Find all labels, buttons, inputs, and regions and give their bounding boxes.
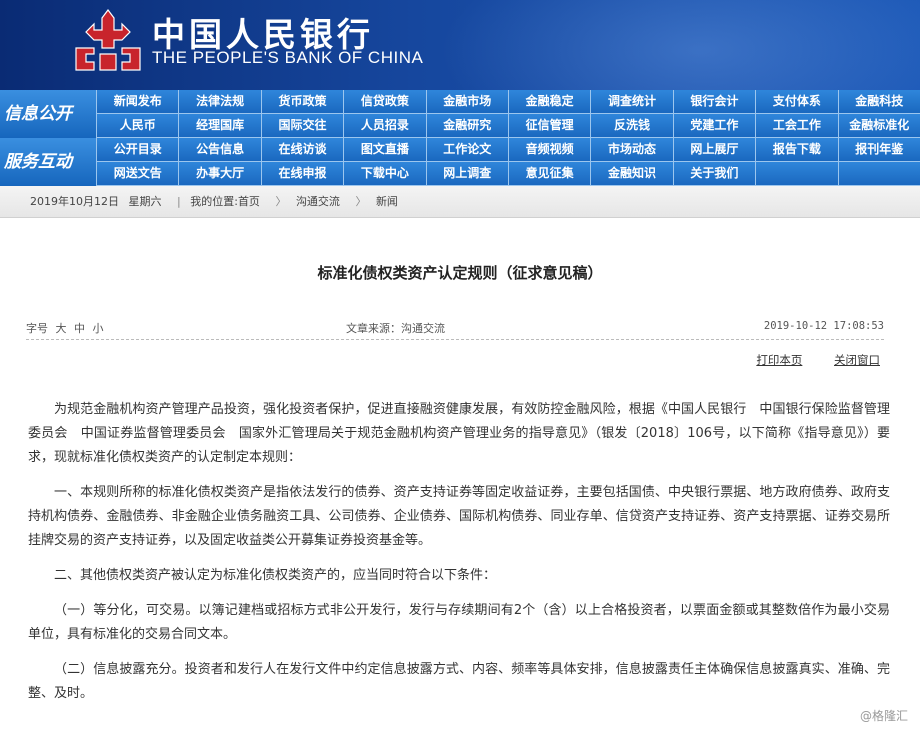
location-label: 我的位置:: [190, 195, 238, 208]
font-size-label: 字号: [26, 322, 48, 335]
nav-item-online-interview[interactable]: 在线访谈: [260, 138, 344, 162]
pboc-logo-icon[interactable]: [72, 8, 144, 74]
nav-item-rmb[interactable]: 人民币: [96, 114, 179, 138]
article-timestamp: 2019-10-12 17:08:53: [763, 320, 884, 332]
nav-item-news-release[interactable]: 新闻发布: [96, 90, 179, 114]
header-banner: 中国人民银行 THE PEOPLE'S BANK OF CHINA: [0, 0, 920, 90]
banner-glow: [440, 0, 920, 90]
breadcrumb-level2-link[interactable]: 新闻: [376, 195, 398, 208]
font-size-large-link[interactable]: 大: [56, 322, 67, 335]
nav-section-service: 服务互动 公开目录 公告信息 在线访谈 图文直播 工作论文 音频视频 市场动态 …: [0, 138, 920, 186]
nav-row: 人民币 经理国库 国际交往 人员招录 金融研究 征信管理 反洗钱 党建工作 工会…: [96, 114, 920, 138]
chevron-right-icon: 〉: [355, 195, 367, 208]
breadcrumb-level1-link[interactable]: 沟通交流: [296, 195, 340, 208]
breadcrumb-bar: 2019年10月12日 星期六 | 我的位置:首页 〉 沟通交流 〉 新闻: [0, 186, 920, 218]
print-page-link[interactable]: 打印本页: [756, 353, 802, 367]
nav-item-working-papers[interactable]: 工作论文: [425, 138, 508, 162]
font-size-medium-link[interactable]: 中: [74, 322, 85, 335]
nav-item-anti-money-laundering[interactable]: 反洗钱: [590, 114, 673, 138]
nav-item-bank-accounting[interactable]: 银行会计: [672, 90, 756, 114]
breadcrumb: 2019年10月12日 星期六 | 我的位置:首页 〉 沟通交流 〉 新闻: [30, 186, 404, 218]
nav-item-statistics[interactable]: 调查统计: [590, 90, 673, 114]
chevron-right-icon: 〉: [275, 195, 287, 208]
nav-item-party-building[interactable]: 党建工作: [672, 114, 756, 138]
nav-item-empty: [755, 162, 838, 186]
nav-item-online-filing[interactable]: 在线申报: [260, 162, 344, 186]
article-paragraph: （二）信息披露充分。投资者和发行人在发行文件中约定信息披露方式、内容、频率等具体…: [28, 662, 890, 701]
nav-item-catalog[interactable]: 公开目录: [96, 138, 179, 162]
nav-section-title: 信息公开: [0, 90, 96, 138]
nav-item-union[interactable]: 工会工作: [755, 114, 838, 138]
article-paragraph: 为规范金融机构资产管理产品投资，强化投资者保护，促进直接融资健康发展，有效防控金…: [28, 402, 890, 465]
nav-item-announcements[interactable]: 公告信息: [178, 138, 261, 162]
nav-item-opinion-solicitation[interactable]: 意见征集: [507, 162, 591, 186]
nav-row: 网送文告 办事大厅 在线申报 下载中心 网上调查 意见征集 金融知识 关于我们: [96, 162, 920, 186]
nav-item-online-survey[interactable]: 网上调查: [425, 162, 508, 186]
nav-item-live-broadcast[interactable]: 图文直播: [343, 138, 426, 162]
nav-item-financial-market[interactable]: 金融市场: [425, 90, 508, 114]
nav-item-financial-knowledge[interactable]: 金融知识: [590, 162, 673, 186]
font-size-controls: 字号 大 中 小: [26, 320, 104, 336]
nav-item-research[interactable]: 金融研究: [425, 114, 508, 138]
current-date: 2019年10月12日: [30, 195, 119, 208]
brand-name-en: THE PEOPLE'S BANK OF CHINA: [152, 48, 424, 67]
nav-item-yearbook[interactable]: 报刊年鉴: [837, 138, 920, 162]
nav-section-info: 信息公开 新闻发布 法律法规 货币政策 信贷政策 金融市场 金融稳定 调查统计 …: [0, 90, 920, 138]
nav-item-standardization[interactable]: 金融标准化: [837, 114, 920, 138]
main-navigation: 信息公开 新闻发布 法律法规 货币政策 信贷政策 金融市场 金融稳定 调查统计 …: [0, 90, 920, 186]
nav-item-download-center[interactable]: 下载中心: [343, 162, 426, 186]
nav-section-title: 服务互动: [0, 138, 96, 186]
nav-item-financial-stability[interactable]: 金融稳定: [507, 90, 591, 114]
nav-item-service-hall[interactable]: 办事大厅: [178, 162, 261, 186]
watermark: @格隆汇: [859, 709, 908, 723]
nav-item-market-news[interactable]: 市场动态: [590, 138, 673, 162]
nav-item-credit-policy[interactable]: 信贷政策: [343, 90, 426, 114]
breadcrumb-divider: |: [177, 195, 181, 208]
article-source: 文章来源：沟通交流: [346, 322, 445, 335]
current-weekday: 星期六: [128, 195, 162, 208]
nav-item-about-us[interactable]: 关于我们: [672, 162, 756, 186]
nav-row: 公开目录 公告信息 在线访谈 图文直播 工作论文 音频视频 市场动态 网上展厅 …: [96, 138, 920, 162]
page-title: 标准化债权类资产认定规则（征求意见稿）: [317, 264, 603, 282]
nav-item-international[interactable]: 国际交往: [260, 114, 344, 138]
breadcrumb-home-link[interactable]: 首页: [238, 195, 260, 208]
nav-item-report-download[interactable]: 报告下载: [755, 138, 838, 162]
nav-item-credit-reference[interactable]: 征信管理: [507, 114, 591, 138]
nav-item-laws[interactable]: 法律法规: [178, 90, 261, 114]
nav-item-fintech[interactable]: 金融科技: [837, 90, 920, 114]
nav-item-recruitment[interactable]: 人员招录: [343, 114, 426, 138]
article-actions: 打印本页 关闭窗口: [728, 352, 880, 368]
nav-item-empty: [837, 162, 920, 186]
nav-item-document-delivery[interactable]: 网送文告: [96, 162, 179, 186]
nav-item-monetary-policy[interactable]: 货币政策: [260, 90, 344, 114]
article-paragraph: 一、本规则所称的标准化债权类资产是指依法发行的债券、资产支持证券等固定收益证券，…: [28, 485, 890, 548]
font-size-small-link[interactable]: 小: [93, 322, 104, 335]
nav-item-online-exhibition[interactable]: 网上展厅: [672, 138, 756, 162]
nav-item-treasury[interactable]: 经理国库: [178, 114, 261, 138]
article-body: 为规范金融机构资产管理产品投资，强化投资者保护，促进直接融资健康发展，有效防控金…: [28, 398, 890, 717]
article-paragraph: 二、其他债权类资产被认定为标准化债权类资产的，应当同时符合以下条件：: [54, 568, 497, 583]
nav-item-payment-system[interactable]: 支付体系: [755, 90, 838, 114]
close-window-link[interactable]: 关闭窗口: [834, 353, 880, 367]
nav-row: 新闻发布 法律法规 货币政策 信贷政策 金融市场 金融稳定 调查统计 银行会计 …: [96, 90, 920, 114]
article-paragraph: （一）等分化，可交易。以簿记建档或招标方式非公开发行，发行与存续期间有2个（含）…: [28, 603, 890, 642]
nav-item-audio-video[interactable]: 音频视频: [507, 138, 591, 162]
article-meta: 字号 大 中 小 文章来源：沟通交流 2019-10-12 17:08:53: [26, 312, 884, 340]
